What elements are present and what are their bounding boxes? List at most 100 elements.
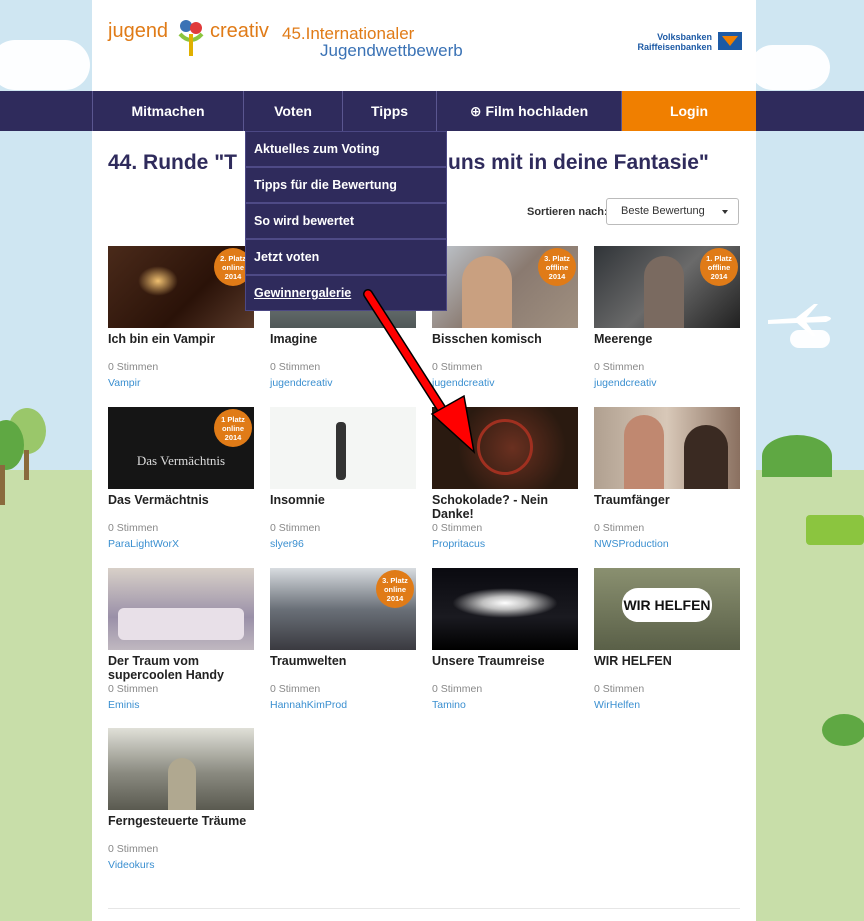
- ranking-badge: 3. Platz offline 2014: [538, 248, 576, 286]
- video-author-link[interactable]: Eminis: [108, 699, 140, 711]
- video-thumbnail[interactable]: [108, 568, 254, 650]
- video-thumbnail[interactable]: 2. Platz online 2014: [108, 246, 254, 328]
- badge-year: 2014: [386, 594, 404, 603]
- bank-sponsor-text: Volksbanken Raiffeisenbanken: [637, 32, 712, 52]
- video-author-link[interactable]: jugendcreativ: [270, 377, 332, 389]
- person-shape: [336, 422, 346, 480]
- video-votes: 0 Stimmen: [270, 683, 321, 695]
- main-navigation: Mitmachen Voten Tipps ⊕ Film hochladen L…: [92, 91, 756, 131]
- video-author-link[interactable]: Vampir: [108, 377, 140, 389]
- video-author-link[interactable]: NWSProduction: [594, 538, 669, 550]
- thumbnail-overlay-text: WIR HELFEN: [622, 588, 712, 622]
- video-title[interactable]: Schokolade? - Nein Danke!: [432, 493, 578, 521]
- video-votes: 0 Stimmen: [432, 683, 483, 695]
- person-shape: [624, 415, 664, 489]
- video-thumbnail[interactable]: 3. Platz online 2014: [270, 568, 416, 650]
- cloud: [0, 40, 90, 90]
- tree-trunk: [0, 465, 5, 505]
- video-thumbnail[interactable]: 1. Platz offline 2014: [594, 246, 740, 328]
- video-author-link[interactable]: jugendcreativ: [594, 377, 656, 389]
- badge-rank: 3. Platz: [382, 576, 408, 585]
- nav-item-tipps[interactable]: Tipps: [343, 91, 437, 131]
- video-votes: 0 Stimmen: [432, 522, 483, 534]
- badge-category: online: [383, 585, 407, 594]
- video-title[interactable]: Traumfänger: [594, 493, 740, 507]
- bed-shape: [118, 608, 244, 640]
- video-thumbnail[interactable]: WIR HELFEN: [594, 568, 740, 650]
- person-shape: [644, 256, 684, 328]
- video-votes: 0 Stimmen: [108, 843, 159, 855]
- video-author-link[interactable]: jugendcreativ: [432, 377, 494, 389]
- hill: [762, 435, 832, 477]
- video-thumbnail[interactable]: [432, 407, 578, 489]
- sort-select-value: Beste Bewertung: [621, 205, 705, 217]
- video-title[interactable]: Meerenge: [594, 332, 740, 346]
- video-author-link[interactable]: Propritacus: [432, 538, 485, 550]
- round-title-left: 44. Runde "T: [108, 151, 237, 174]
- sort-select[interactable]: Beste Bewertung: [606, 198, 739, 225]
- video-title[interactable]: Traumwelten: [270, 654, 416, 668]
- video-votes: 0 Stimmen: [594, 522, 645, 534]
- badge-category: online: [221, 424, 245, 433]
- badge-year: 2014: [548, 272, 566, 281]
- footer-divider: [108, 908, 740, 909]
- sort-label: Sortieren nach:: [527, 206, 608, 218]
- airplane-icon: [766, 300, 836, 340]
- video-author-link[interactable]: slyer96: [270, 538, 304, 550]
- dropdown-item-tipps-bewertung[interactable]: Tipps für die Bewertung: [246, 168, 446, 204]
- badge-category: offline: [545, 263, 569, 272]
- badge-year: 2014: [224, 433, 242, 442]
- video-title[interactable]: Insomnie: [270, 493, 416, 507]
- badge-rank: 3. Platz: [544, 254, 570, 263]
- dropdown-item-jetzt-voten[interactable]: Jetzt voten: [246, 240, 446, 276]
- dropdown-item-aktuelles[interactable]: Aktuelles zum Voting: [246, 132, 446, 168]
- video-title[interactable]: Imagine: [270, 332, 416, 346]
- round-title-right: uns mit in deine Fantasie": [448, 151, 709, 174]
- green-pencil: [806, 515, 864, 545]
- video-title[interactable]: Der Traum vom supercoolen Handy: [108, 654, 254, 682]
- video-title[interactable]: Das Vermächtnis: [108, 493, 254, 507]
- bank-line1: Volksbanken: [657, 32, 712, 42]
- video-title[interactable]: WIR HELFEN: [594, 654, 740, 668]
- person-shape: [168, 758, 196, 810]
- voten-dropdown-menu: Aktuelles zum Voting Tipps für die Bewer…: [245, 131, 447, 311]
- nav-item-login[interactable]: Login: [622, 91, 756, 131]
- video-title[interactable]: Ferngesteuerte Träume: [108, 814, 254, 828]
- video-title[interactable]: Ich bin ein Vampir: [108, 332, 254, 346]
- video-thumbnail[interactable]: Das Vermächtnis 1 Platz online 2014: [108, 407, 254, 489]
- video-thumbnail[interactable]: [108, 728, 254, 810]
- nav-item-mitmachen[interactable]: Mitmachen: [92, 91, 244, 131]
- badge-rank: 1. Platz: [706, 254, 732, 263]
- video-title[interactable]: Unsere Traumreise: [432, 654, 578, 668]
- badge-category: offline: [707, 263, 731, 272]
- competition-title-line2: Jugendwettbewerb: [320, 41, 463, 60]
- video-author-link[interactable]: ParaLightWorX: [108, 538, 179, 550]
- bank-line2: Raiffeisenbanken: [637, 42, 712, 52]
- video-author-link[interactable]: HannahKimProd: [270, 699, 347, 711]
- video-title[interactable]: Bisschen komisch: [432, 332, 578, 346]
- dropdown-item-so-wird-bewertet[interactable]: So wird bewertet: [246, 204, 446, 240]
- jugendcreativ-logo-icon[interactable]: [174, 16, 208, 58]
- nav-item-voten[interactable]: Voten: [244, 91, 343, 131]
- chevron-down-icon: [722, 210, 728, 214]
- video-author-link[interactable]: Tamino: [432, 699, 466, 711]
- video-votes: 0 Stimmen: [270, 522, 321, 534]
- hand-shape: [462, 256, 512, 328]
- video-votes: 0 Stimmen: [108, 683, 159, 695]
- video-votes: 0 Stimmen: [108, 361, 159, 373]
- candle-light: [138, 266, 178, 296]
- logo-text-jugend[interactable]: jugend: [108, 20, 168, 43]
- video-votes: 0 Stimmen: [594, 683, 645, 695]
- video-author-link[interactable]: WirHelfen: [594, 699, 640, 711]
- video-thumbnail[interactable]: [594, 407, 740, 489]
- dropdown-item-gewinnergalerie[interactable]: Gewinnergalerie: [246, 276, 446, 310]
- video-thumbnail[interactable]: [270, 407, 416, 489]
- nav-item-film-hochladen[interactable]: ⊕ Film hochladen: [437, 91, 622, 131]
- logo-text-creativ[interactable]: creativ: [210, 20, 269, 43]
- video-thumbnail[interactable]: [432, 568, 578, 650]
- video-votes: 0 Stimmen: [108, 522, 159, 534]
- video-author-link[interactable]: Videokurs: [108, 859, 155, 871]
- video-thumbnail[interactable]: 3. Platz offline 2014: [432, 246, 578, 328]
- cloud: [750, 45, 830, 90]
- volksbank-logo-icon: [718, 32, 742, 50]
